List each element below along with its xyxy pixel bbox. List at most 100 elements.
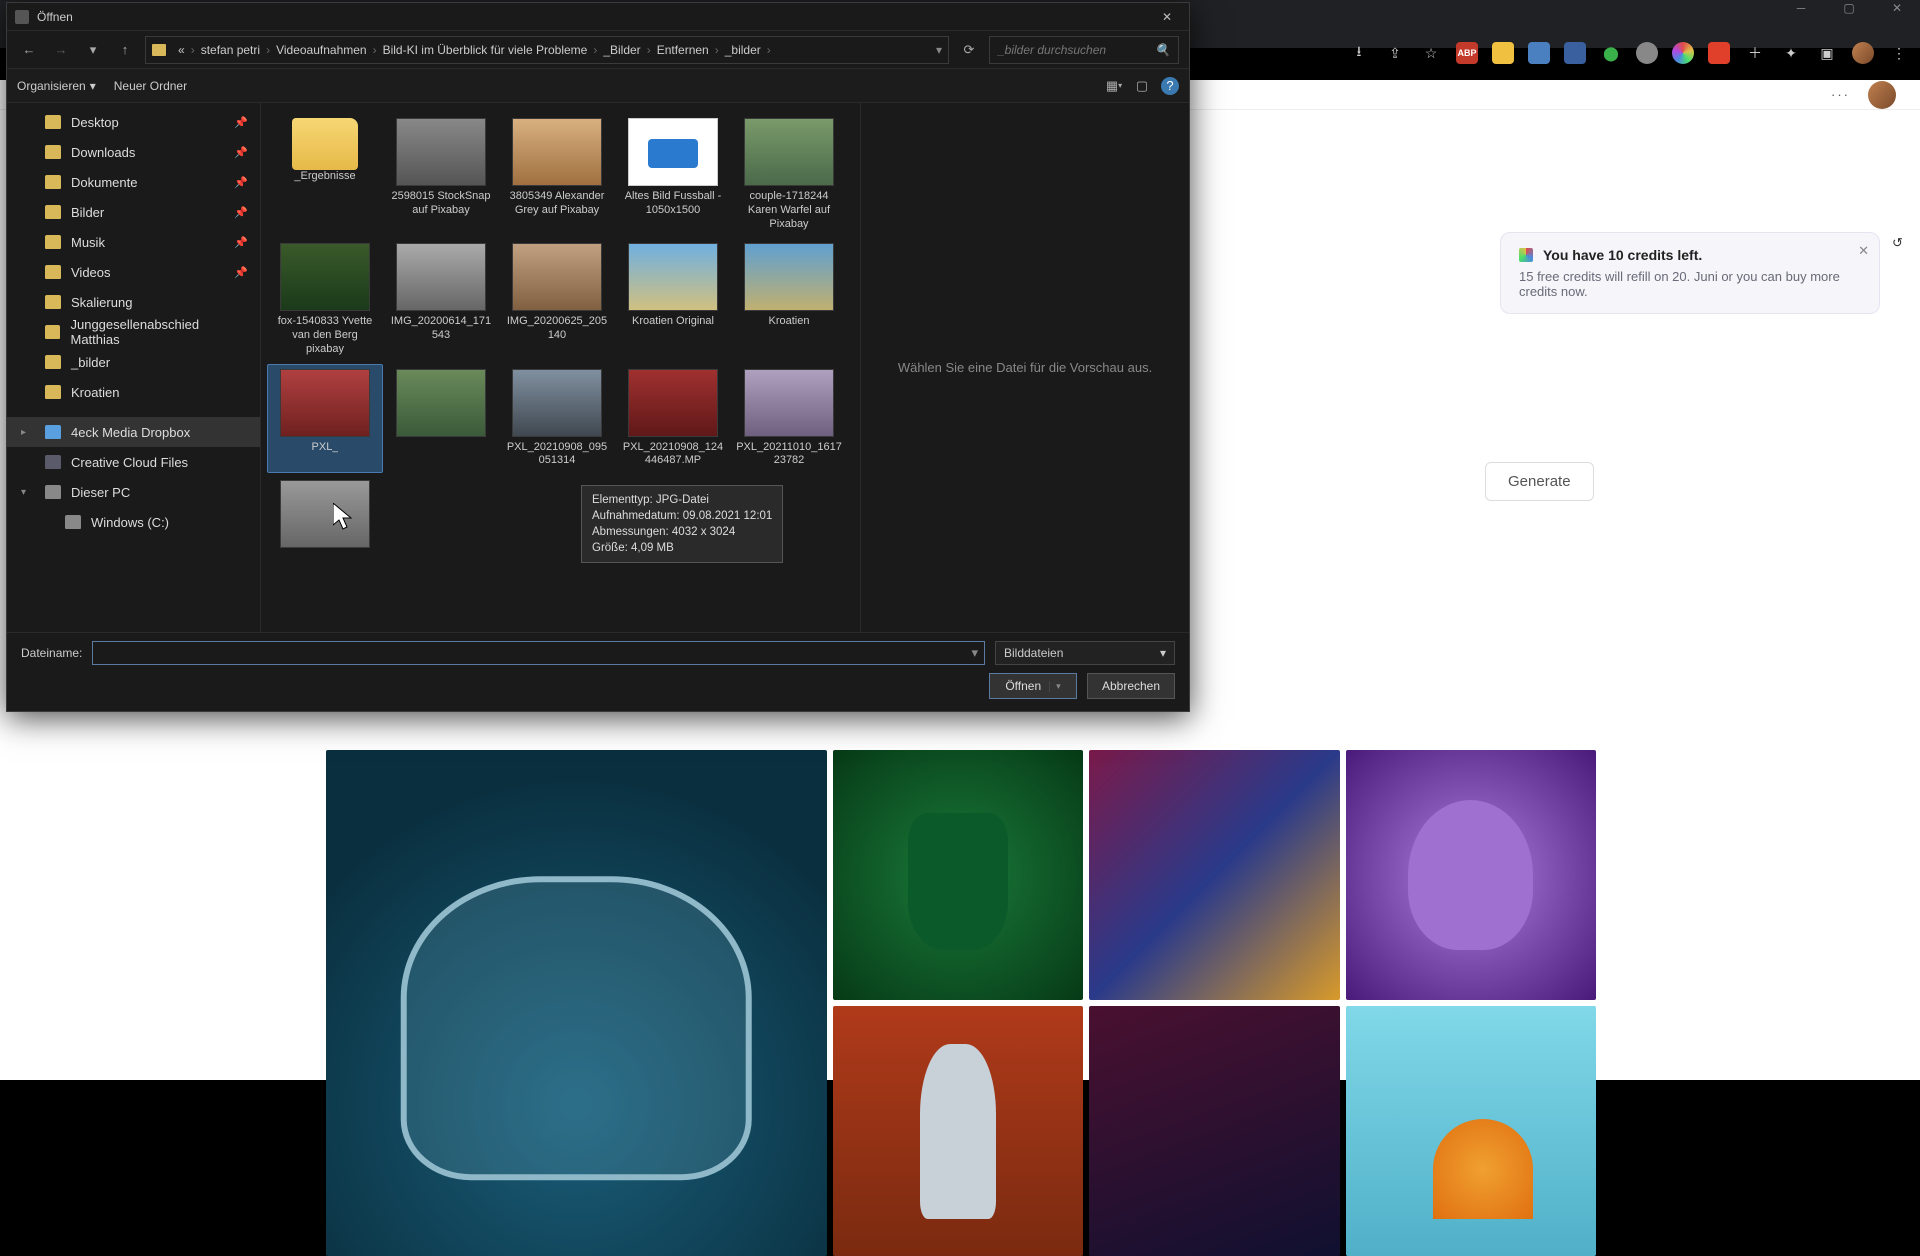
crumb[interactable]: Bild-KI im Überblick für viele Probleme: [377, 43, 594, 57]
note-ext-icon[interactable]: [1492, 42, 1514, 64]
crumb[interactable]: Videoaufnahmen: [270, 43, 373, 57]
sidebar-item[interactable]: Desktop📌: [7, 107, 260, 137]
plus-ext-icon[interactable]: ＋: [1744, 42, 1766, 64]
organize-button[interactable]: Organisieren ▾: [17, 79, 96, 93]
page-more-button[interactable]: ···: [1831, 87, 1850, 102]
star-icon[interactable]: ☆: [1420, 42, 1442, 64]
gallery-item[interactable]: [1346, 1006, 1596, 1256]
file-item[interactable]: 3805349 Alexander Grey auf Pixabay: [499, 113, 615, 236]
dialog-toolbar: Organisieren ▾ Neuer Ordner ▦ ▾ ▢ ?: [7, 69, 1189, 103]
folder-icon: [45, 355, 61, 369]
chevron-down-icon[interactable]: ▾: [1049, 681, 1061, 692]
browser-menu-icon[interactable]: ⋮: [1888, 42, 1910, 64]
gallery-item[interactable]: [833, 750, 1083, 1000]
file-item[interactable]: PXL_20210908_095051314: [499, 364, 615, 474]
file-item[interactable]: Altes Bild Fussball - 1050x1500: [615, 113, 731, 236]
sidebar-item-ccfiles[interactable]: Creative Cloud Files: [7, 447, 260, 477]
folder-icon: [45, 235, 61, 249]
search-input[interactable]: _bilder durchsuchen 🔍: [989, 36, 1179, 64]
file-item[interactable]: IMG_20200625_205140: [499, 238, 615, 361]
share-icon[interactable]: ⇪: [1384, 42, 1406, 64]
file-tooltip: Elementtyp: JPG-Datei Aufnahmedatum: 09.…: [581, 485, 783, 563]
crumb[interactable]: stefan petri: [195, 43, 266, 57]
chevron-down-icon[interactable]: ▾: [971, 645, 978, 661]
chevron-down-icon[interactable]: ▾: [936, 43, 942, 57]
sidebar-item[interactable]: Junggesellenabschied Matthias: [7, 317, 260, 347]
abp-icon[interactable]: ABP: [1456, 42, 1478, 64]
view-mode-button[interactable]: ▦ ▾: [1105, 77, 1123, 95]
file-item[interactable]: Kroatien Original: [615, 238, 731, 361]
crumb[interactable]: «: [172, 43, 191, 57]
filetype-select[interactable]: Bilddateien ▾: [995, 641, 1175, 665]
filename-input[interactable]: ▾: [92, 641, 985, 665]
nav-recent-button[interactable]: ▾: [81, 38, 105, 62]
credits-close-button[interactable]: ✕: [1858, 243, 1869, 259]
file-item[interactable]: fox-1540833 Yvette van den Berg pixabay: [267, 238, 383, 361]
gallery-item[interactable]: [1089, 1006, 1339, 1256]
file-item[interactable]: PXL_20210908_124446487.MP: [615, 364, 731, 474]
gallery-item[interactable]: [833, 1006, 1083, 1256]
sidebar-item[interactable]: Bilder📌: [7, 197, 260, 227]
puzzle-icon[interactable]: ✦: [1780, 42, 1802, 64]
file-item[interactable]: couple-1718244 Karen Warfel auf Pixabay: [731, 113, 847, 236]
files-grid: _Ergebnisse2598015 StockSnap auf Pixabay…: [261, 103, 861, 632]
file-item[interactable]: PXL_20211010_161723782: [731, 364, 847, 474]
gallery-item[interactable]: [1089, 750, 1339, 1000]
cancel-button[interactable]: Abbrechen: [1087, 673, 1175, 699]
sidebar-item-drive[interactable]: Windows (C:): [7, 507, 260, 537]
new-folder-button[interactable]: Neuer Ordner: [114, 79, 187, 93]
preview-toggle-button[interactable]: ▢: [1133, 77, 1151, 95]
open-button[interactable]: Öffnen ▾: [989, 673, 1077, 699]
close-button[interactable]: ✕: [1874, 0, 1920, 16]
crumb[interactable]: _Bilder: [597, 43, 646, 57]
file-item[interactable]: [267, 475, 383, 557]
nav-forward-button[interactable]: →: [49, 38, 73, 62]
sidebar-item[interactable]: _bilder: [7, 347, 260, 377]
sidebar-item[interactable]: Musik📌: [7, 227, 260, 257]
gallery-item[interactable]: [326, 750, 827, 1256]
minimize-button[interactable]: ─: [1778, 0, 1824, 16]
file-item[interactable]: [383, 364, 499, 474]
dialog-close-button[interactable]: ✕: [1153, 6, 1181, 28]
folder-icon: [45, 115, 61, 129]
dropbox-icon: [45, 425, 61, 439]
sidebar-item-label: Downloads: [71, 145, 135, 160]
gallery-item[interactable]: [1346, 750, 1596, 1000]
profile-avatar-icon[interactable]: [1852, 42, 1874, 64]
window-ext-icon[interactable]: [1528, 42, 1550, 64]
download-icon[interactable]: ⭳: [1348, 42, 1370, 64]
crumb[interactable]: Entfernen: [651, 43, 715, 57]
nav-up-button[interactable]: ↑: [113, 38, 137, 62]
history-icon[interactable]: ↺: [1892, 235, 1914, 257]
file-item[interactable]: Kroatien: [731, 238, 847, 361]
generate-button[interactable]: Generate: [1485, 462, 1594, 501]
adobe-ext-icon[interactable]: [1708, 42, 1730, 64]
sidebar-item-dropbox[interactable]: ▸ 4eck Media Dropbox: [7, 417, 260, 447]
file-item[interactable]: PXL_: [267, 364, 383, 474]
sidebar-item[interactable]: Videos📌: [7, 257, 260, 287]
nav-back-button[interactable]: ←: [17, 38, 41, 62]
image-thumbnail: [396, 369, 486, 437]
sidebar-item[interactable]: Skalierung: [7, 287, 260, 317]
help-button[interactable]: ?: [1161, 77, 1179, 95]
sidebar-item-thispc[interactable]: ▾ Dieser PC: [7, 477, 260, 507]
file-item[interactable]: IMG_20200614_171543: [383, 238, 499, 361]
maximize-button[interactable]: ▢: [1826, 0, 1872, 16]
expand-icon[interactable]: ▾: [21, 487, 26, 498]
file-item[interactable]: 2598015 StockSnap auf Pixabay: [383, 113, 499, 236]
sidebar-item[interactable]: Downloads📌: [7, 137, 260, 167]
folder-item[interactable]: _Ergebnisse: [267, 113, 383, 236]
colorwheel-ext-icon[interactable]: [1672, 42, 1694, 64]
folder-icon: [45, 325, 60, 339]
sidebar-item[interactable]: Dokumente📌: [7, 167, 260, 197]
page-avatar[interactable]: [1868, 81, 1896, 109]
expand-icon[interactable]: ▸: [21, 427, 26, 438]
sidepanel-icon[interactable]: ▣: [1816, 42, 1838, 64]
circle-ext-icon[interactable]: [1636, 42, 1658, 64]
sidebar-item[interactable]: Kroatien: [7, 377, 260, 407]
leaf-ext-icon[interactable]: ⬤: [1600, 42, 1622, 64]
breadcrumb[interactable]: «› stefan petri› Videoaufnahmen› Bild-KI…: [145, 36, 949, 64]
crumb[interactable]: _bilder: [719, 43, 767, 57]
refresh-button[interactable]: ⟳: [957, 38, 981, 62]
cube-ext-icon[interactable]: [1564, 42, 1586, 64]
